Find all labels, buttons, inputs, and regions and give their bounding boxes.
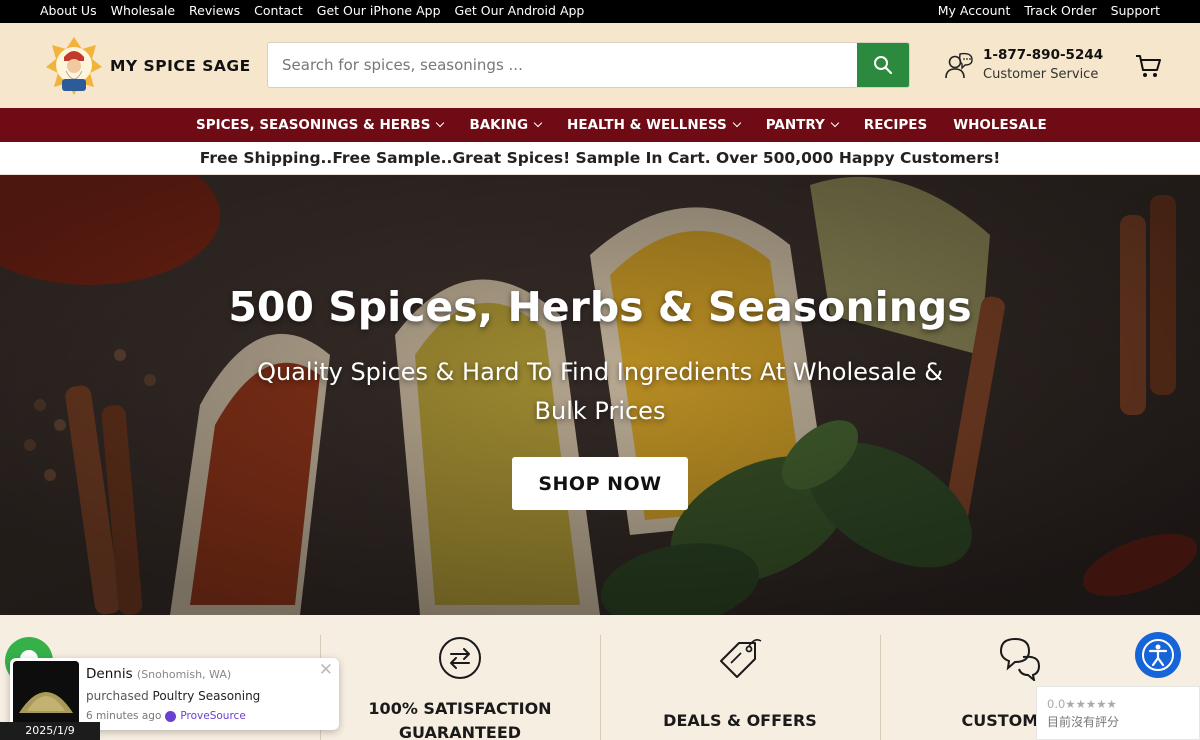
provesource-link[interactable]: ProveSource bbox=[180, 710, 245, 722]
purchased-product[interactable]: Poultry Seasoning bbox=[153, 689, 261, 703]
purchase-meta: 6 minutes ago ProveSource bbox=[86, 710, 246, 722]
nav-baking[interactable]: BAKING bbox=[469, 117, 543, 133]
purchase-text: purchased Poultry Seasoning bbox=[86, 689, 260, 703]
customer-service-label: Customer Service bbox=[983, 67, 1099, 82]
feature-label: 100% SATISFACTION GUARANTEED bbox=[368, 699, 552, 740]
cart-button[interactable] bbox=[1134, 53, 1162, 79]
iphone-app-link[interactable]: Get Our iPhone App bbox=[317, 3, 441, 18]
rating-score: 0.0★★★★★ bbox=[1047, 697, 1117, 711]
buyer-first-name: Dennis bbox=[86, 666, 133, 682]
site-logo[interactable]: MY SPICE SAGE bbox=[44, 35, 250, 97]
rating-widget[interactable]: 0.0★★★★★ 目前沒有評分 bbox=[1036, 686, 1200, 740]
hero-subtitle: Quality Spices & Hard To Find Ingredient… bbox=[257, 358, 943, 425]
exchange-icon bbox=[439, 637, 481, 679]
date-stamp: 2025/1/9 bbox=[0, 722, 100, 740]
nav-spices[interactable]: SPICES, SEASONINGS & HERBS bbox=[196, 117, 445, 133]
contact-link[interactable]: Contact bbox=[254, 3, 303, 18]
shop-now-button[interactable]: SHOP NOW bbox=[512, 457, 688, 510]
site-header: MY SPICE SAGE 1-877-890-5244 Customer Se… bbox=[0, 23, 1200, 108]
chevron-down-icon bbox=[533, 118, 543, 128]
chevron-down-icon bbox=[732, 118, 741, 128]
customer-service[interactable]: 1-877-890-5244 Customer Service bbox=[943, 46, 1113, 86]
hero-banner: 500 Spices, Herbs & Seasonings Quality S… bbox=[0, 175, 1200, 615]
chevron-down-icon bbox=[436, 118, 445, 128]
buyer-name: Dennis (Snohomish, WA) bbox=[86, 666, 231, 682]
chevron-down-icon bbox=[830, 118, 840, 128]
buyer-location: (Snohomish, WA) bbox=[136, 668, 232, 681]
support-agent-icon bbox=[945, 52, 973, 79]
my-account-link[interactable]: My Account bbox=[938, 3, 1011, 18]
purchase-time: 6 minutes ago bbox=[86, 710, 162, 722]
nav-recipes[interactable]: RECIPES bbox=[864, 117, 927, 133]
support-link[interactable]: Support bbox=[1111, 3, 1160, 18]
promo-banner: Free Shipping..Free Sample..Great Spices… bbox=[0, 142, 1200, 175]
close-icon[interactable]: ✕ bbox=[319, 660, 333, 680]
price-tag-icon bbox=[720, 639, 762, 678]
hero-title: 500 Spices, Herbs & Seasonings bbox=[228, 283, 972, 331]
wholesale-link[interactable]: Wholesale bbox=[111, 3, 175, 18]
search-bar bbox=[267, 42, 910, 88]
nav-label: SPICES, SEASONINGS & HERBS bbox=[196, 117, 431, 133]
search-input[interactable] bbox=[268, 43, 858, 87]
android-app-link[interactable]: Get Our Android App bbox=[455, 3, 585, 18]
reviews-link[interactable]: Reviews bbox=[189, 3, 240, 18]
accessibility-button[interactable] bbox=[1135, 632, 1181, 678]
cart-icon bbox=[1136, 55, 1161, 77]
nav-label: WHOLESALE bbox=[953, 117, 1047, 133]
search-button[interactable] bbox=[857, 43, 909, 87]
purchase-action: purchased bbox=[86, 689, 149, 703]
rating-status: 目前沒有評分 bbox=[1047, 715, 1120, 729]
main-nav: SPICES, SEASONINGS & HERBS BAKING HEALTH… bbox=[0, 108, 1200, 142]
top-left-links: About Us Wholesale Reviews Contact Get O… bbox=[40, 3, 584, 18]
feature-deals: DEALS & OFFERS bbox=[600, 635, 880, 740]
nav-health[interactable]: HEALTH & WELLNESS bbox=[567, 117, 741, 133]
product-thumbnail bbox=[13, 661, 79, 727]
nav-wholesale[interactable]: WHOLESALE bbox=[953, 117, 1047, 133]
logo-wordmark: MY SPICE SAGE bbox=[110, 57, 251, 75]
about-us-link[interactable]: About Us bbox=[40, 3, 97, 18]
social-proof-popup[interactable]: Dennis (Snohomish, WA) purchased Poultry… bbox=[10, 658, 339, 730]
feature-satisfaction: 100% SATISFACTION GUARANTEED bbox=[320, 635, 600, 740]
track-order-link[interactable]: Track Order bbox=[1024, 3, 1096, 18]
chat-icon bbox=[999, 637, 1041, 681]
accessibility-icon bbox=[1142, 639, 1174, 671]
feature-label: DEALS & OFFERS bbox=[663, 711, 817, 730]
nav-label: BAKING bbox=[469, 117, 529, 133]
top-right-links: My Account Track Order Support bbox=[938, 3, 1160, 18]
top-utility-bar: About Us Wholesale Reviews Contact Get O… bbox=[0, 0, 1200, 23]
verified-check-icon bbox=[165, 710, 177, 722]
phone-number[interactable]: 1-877-890-5244 bbox=[983, 47, 1103, 63]
sage-logo-icon bbox=[44, 35, 104, 97]
nav-label: RECIPES bbox=[863, 117, 928, 133]
nav-pantry[interactable]: PANTRY bbox=[765, 117, 840, 133]
search-icon bbox=[874, 56, 893, 75]
nav-label: PANTRY bbox=[765, 117, 825, 133]
nav-label: HEALTH & WELLNESS bbox=[567, 117, 727, 133]
